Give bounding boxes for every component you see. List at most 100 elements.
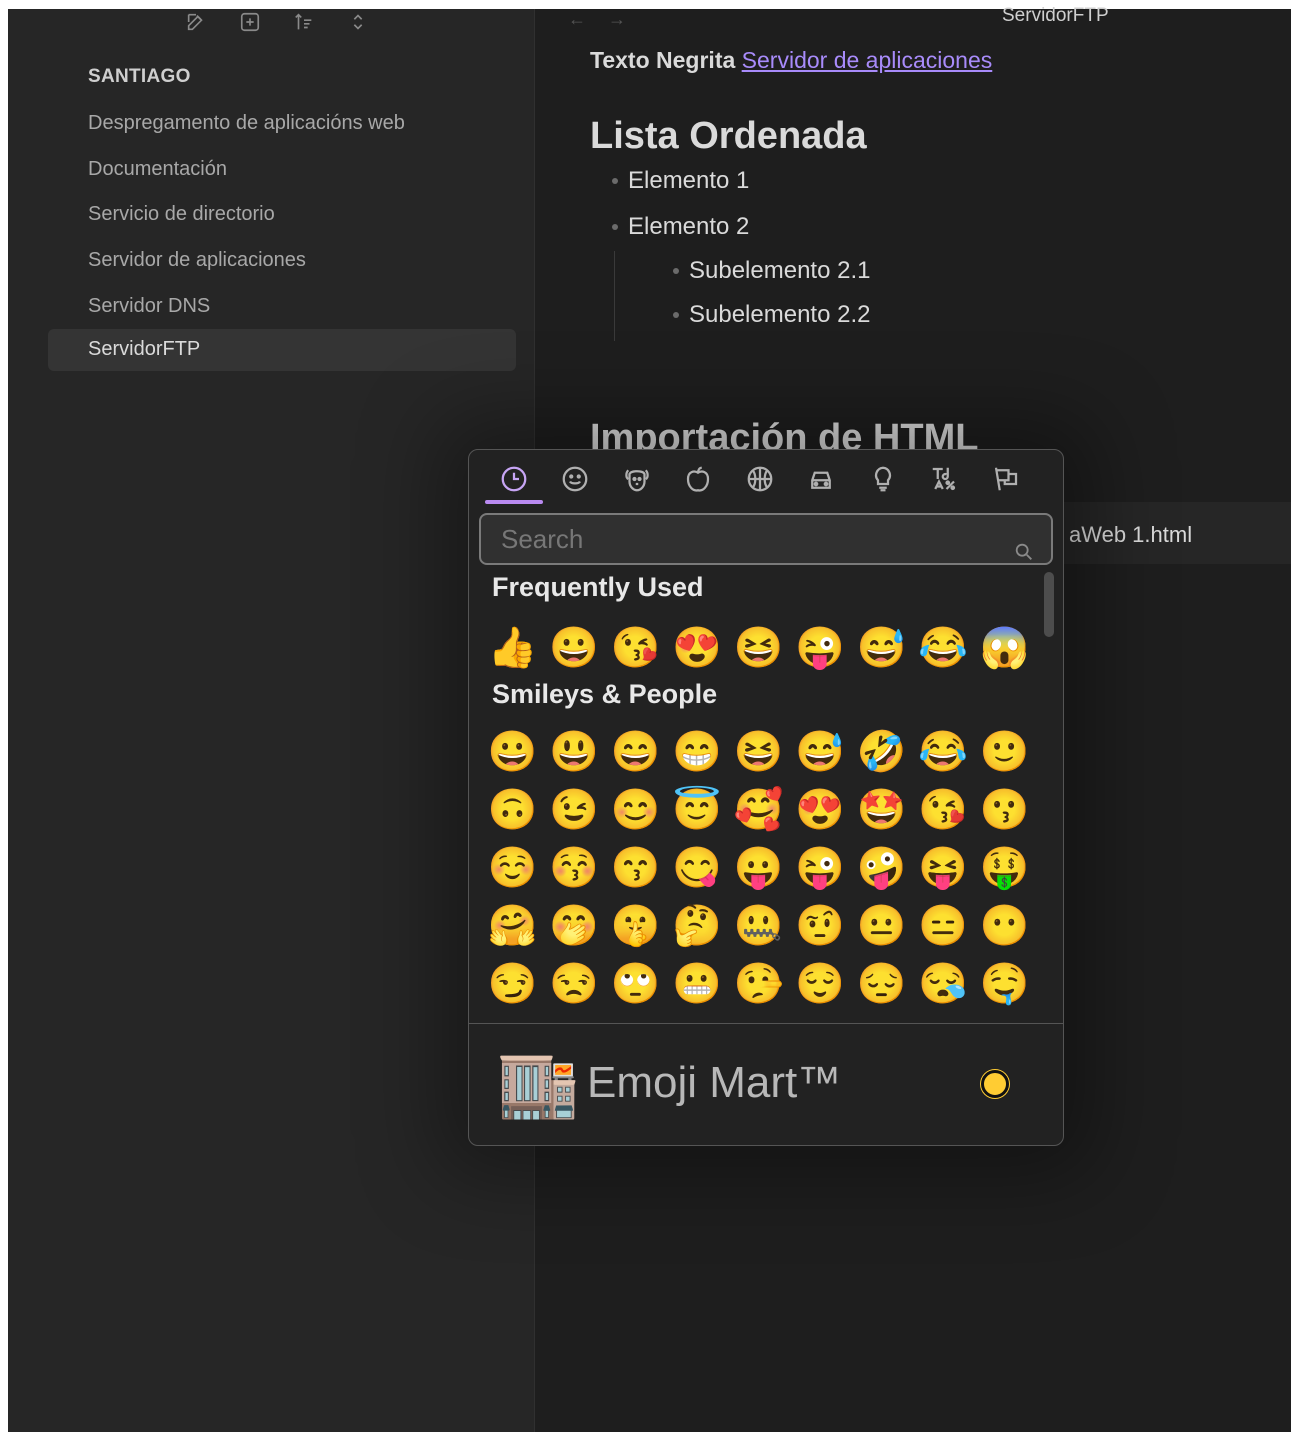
nav-arrows: ← → [568,9,626,30]
file-item-servidor-dns[interactable]: Servidor DNS [48,283,516,329]
sub-list-item-text: Subelemento 2.1 [689,257,871,284]
list-item-text: Elemento 2 [628,213,750,240]
file-item-servidorftp[interactable]: ServidorFTP [48,328,516,371]
emoji[interactable]: 😏 [482,956,544,1012]
emoji[interactable]: 😜 [790,840,852,896]
emoji[interactable]: 😄 [605,724,667,780]
emoji[interactable]: 😅 [790,724,852,780]
forward-arrow-icon[interactable]: → [608,9,626,30]
emoji-scrollbar-thumb[interactable] [1044,572,1054,637]
animal-icon[interactable] [606,450,668,508]
emoji[interactable]: 😝 [913,840,975,896]
emoji[interactable]: 🙂 [974,724,1036,780]
travel-icon[interactable] [791,450,853,508]
emoji[interactable]: 😌 [790,956,852,1012]
sidebar-toolbar [184,9,370,35]
emoji[interactable]: 😆 [728,724,790,780]
emoji[interactable]: 🤪 [851,840,913,896]
emoji[interactable]: 😁 [667,724,729,780]
emoji-thumbs-up[interactable]: 👍 [482,620,544,676]
emoji[interactable]: 🤔 [667,898,729,954]
objects-icon[interactable] [852,450,914,508]
list-item: Elemento 2 [612,213,749,241]
emoji[interactable]: 🙄 [605,956,667,1012]
back-arrow-icon[interactable]: ← [568,9,586,30]
emoji-row-frequent: 👍 😀 😘 😍 😆 😜 😅 😂 😱 [482,620,1036,676]
search-icon [1013,541,1035,563]
emoji[interactable]: 😇 [667,782,729,838]
emoji[interactable]: 😪 [913,956,975,1012]
emoji[interactable]: 😚 [544,840,606,896]
emoji-kiss[interactable]: 😘 [605,620,667,676]
emoji-picker: Frequently Used 👍 😀 😘 😍 😆 😜 😅 😂 😱 Smiley… [468,449,1064,1146]
emoji[interactable]: 😍 [790,782,852,838]
emoji[interactable]: 🤤 [974,956,1036,1012]
heading-lista-ordenada: Lista Ordenada [590,115,867,157]
emoji-joy[interactable]: 😂 [913,620,975,676]
file-item-servidor-aplicaciones[interactable]: Servidor de aplicaciones [48,238,516,284]
file-item-documentacion[interactable]: Documentación [48,147,516,193]
emoji[interactable]: 😂 [913,724,975,780]
file-item-servicio-directorio[interactable]: Servicio de directorio [48,192,516,238]
vault-name[interactable]: SANTIAGO [88,66,191,88]
emoji-mart-logo: 🏬 [497,1046,580,1120]
document-title[interactable]: ServidorFTP [1002,5,1109,27]
emoji[interactable]: 🤑 [974,840,1036,896]
emoji-row: 😏 😒 🙄 😬 🤥 😌 😔 😪 🤤 [482,956,1036,1012]
emoji[interactable]: 🤗 [482,898,544,954]
collapse-icon[interactable] [346,10,370,34]
emoji[interactable]: 😒 [544,956,606,1012]
new-note-icon[interactable] [184,10,208,34]
file-item-despregamento[interactable]: Despregamento de aplicacións web [48,101,516,147]
emoji[interactable]: 😀 [482,724,544,780]
emoji-grinning[interactable]: 😀 [544,620,606,676]
emoji-search-input[interactable] [481,515,1051,563]
food-icon[interactable] [668,450,730,508]
recent-icon[interactable] [483,450,545,508]
emoji[interactable]: 🤥 [728,956,790,1012]
sub-list-item: Subelemento 2.1 [673,257,870,285]
emoji[interactable]: 😘 [913,782,975,838]
skin-tone-selector[interactable] [981,1070,1009,1098]
new-folder-icon[interactable] [238,10,262,34]
activity-icon[interactable] [729,450,791,508]
symbols-icon[interactable] [914,450,976,508]
emoji[interactable]: 😗 [974,782,1036,838]
emoji[interactable]: 😊 [605,782,667,838]
bold-text-line: Texto Negrita Servidor de aplicaciones [590,47,992,74]
emoji[interactable]: 🤐 [728,898,790,954]
internal-link[interactable]: Servidor de aplicaciones [742,47,993,73]
file-list: Despregamento de aplicacións web Documen… [48,101,516,371]
emoji[interactable]: 🤭 [544,898,606,954]
bullet-icon [673,312,679,318]
sort-icon[interactable] [292,10,316,34]
emoji-wink-tongue[interactable]: 😜 [790,620,852,676]
emoji[interactable]: 🤨 [790,898,852,954]
emoji[interactable]: 🤩 [851,782,913,838]
emoji[interactable]: 🥰 [728,782,790,838]
flags-icon[interactable] [975,450,1037,508]
emoji[interactable]: 😛 [728,840,790,896]
emoji[interactable]: 😙 [605,840,667,896]
emoji[interactable]: 😶 [974,898,1036,954]
emoji[interactable]: ☺️ [482,840,544,896]
emoji[interactable]: 😐 [851,898,913,954]
emoji-scream[interactable]: 😱 [974,620,1036,676]
emoji[interactable]: 😃 [544,724,606,780]
smiley-icon[interactable] [545,450,607,508]
sub-list-item-text: Subelemento 2.2 [689,301,871,328]
emoji-laughing[interactable]: 😆 [728,620,790,676]
emoji[interactable]: 🤣 [851,724,913,780]
emoji-search-box [479,513,1053,565]
emoji[interactable]: 😑 [913,898,975,954]
emoji-scroll-area[interactable]: Frequently Used 👍 😀 😘 😍 😆 😜 😅 😂 😱 Smiley… [469,568,1063,1023]
emoji[interactable]: 😉 [544,782,606,838]
emoji-sweat-smile[interactable]: 😅 [851,620,913,676]
emoji[interactable]: 🙃 [482,782,544,838]
emoji[interactable]: 😔 [851,956,913,1012]
emoji[interactable]: 😬 [667,956,729,1012]
bold-text: Texto Negrita [590,47,736,73]
emoji[interactable]: 😋 [667,840,729,896]
emoji[interactable]: 🤫 [605,898,667,954]
emoji-heart-eyes[interactable]: 😍 [667,620,729,676]
